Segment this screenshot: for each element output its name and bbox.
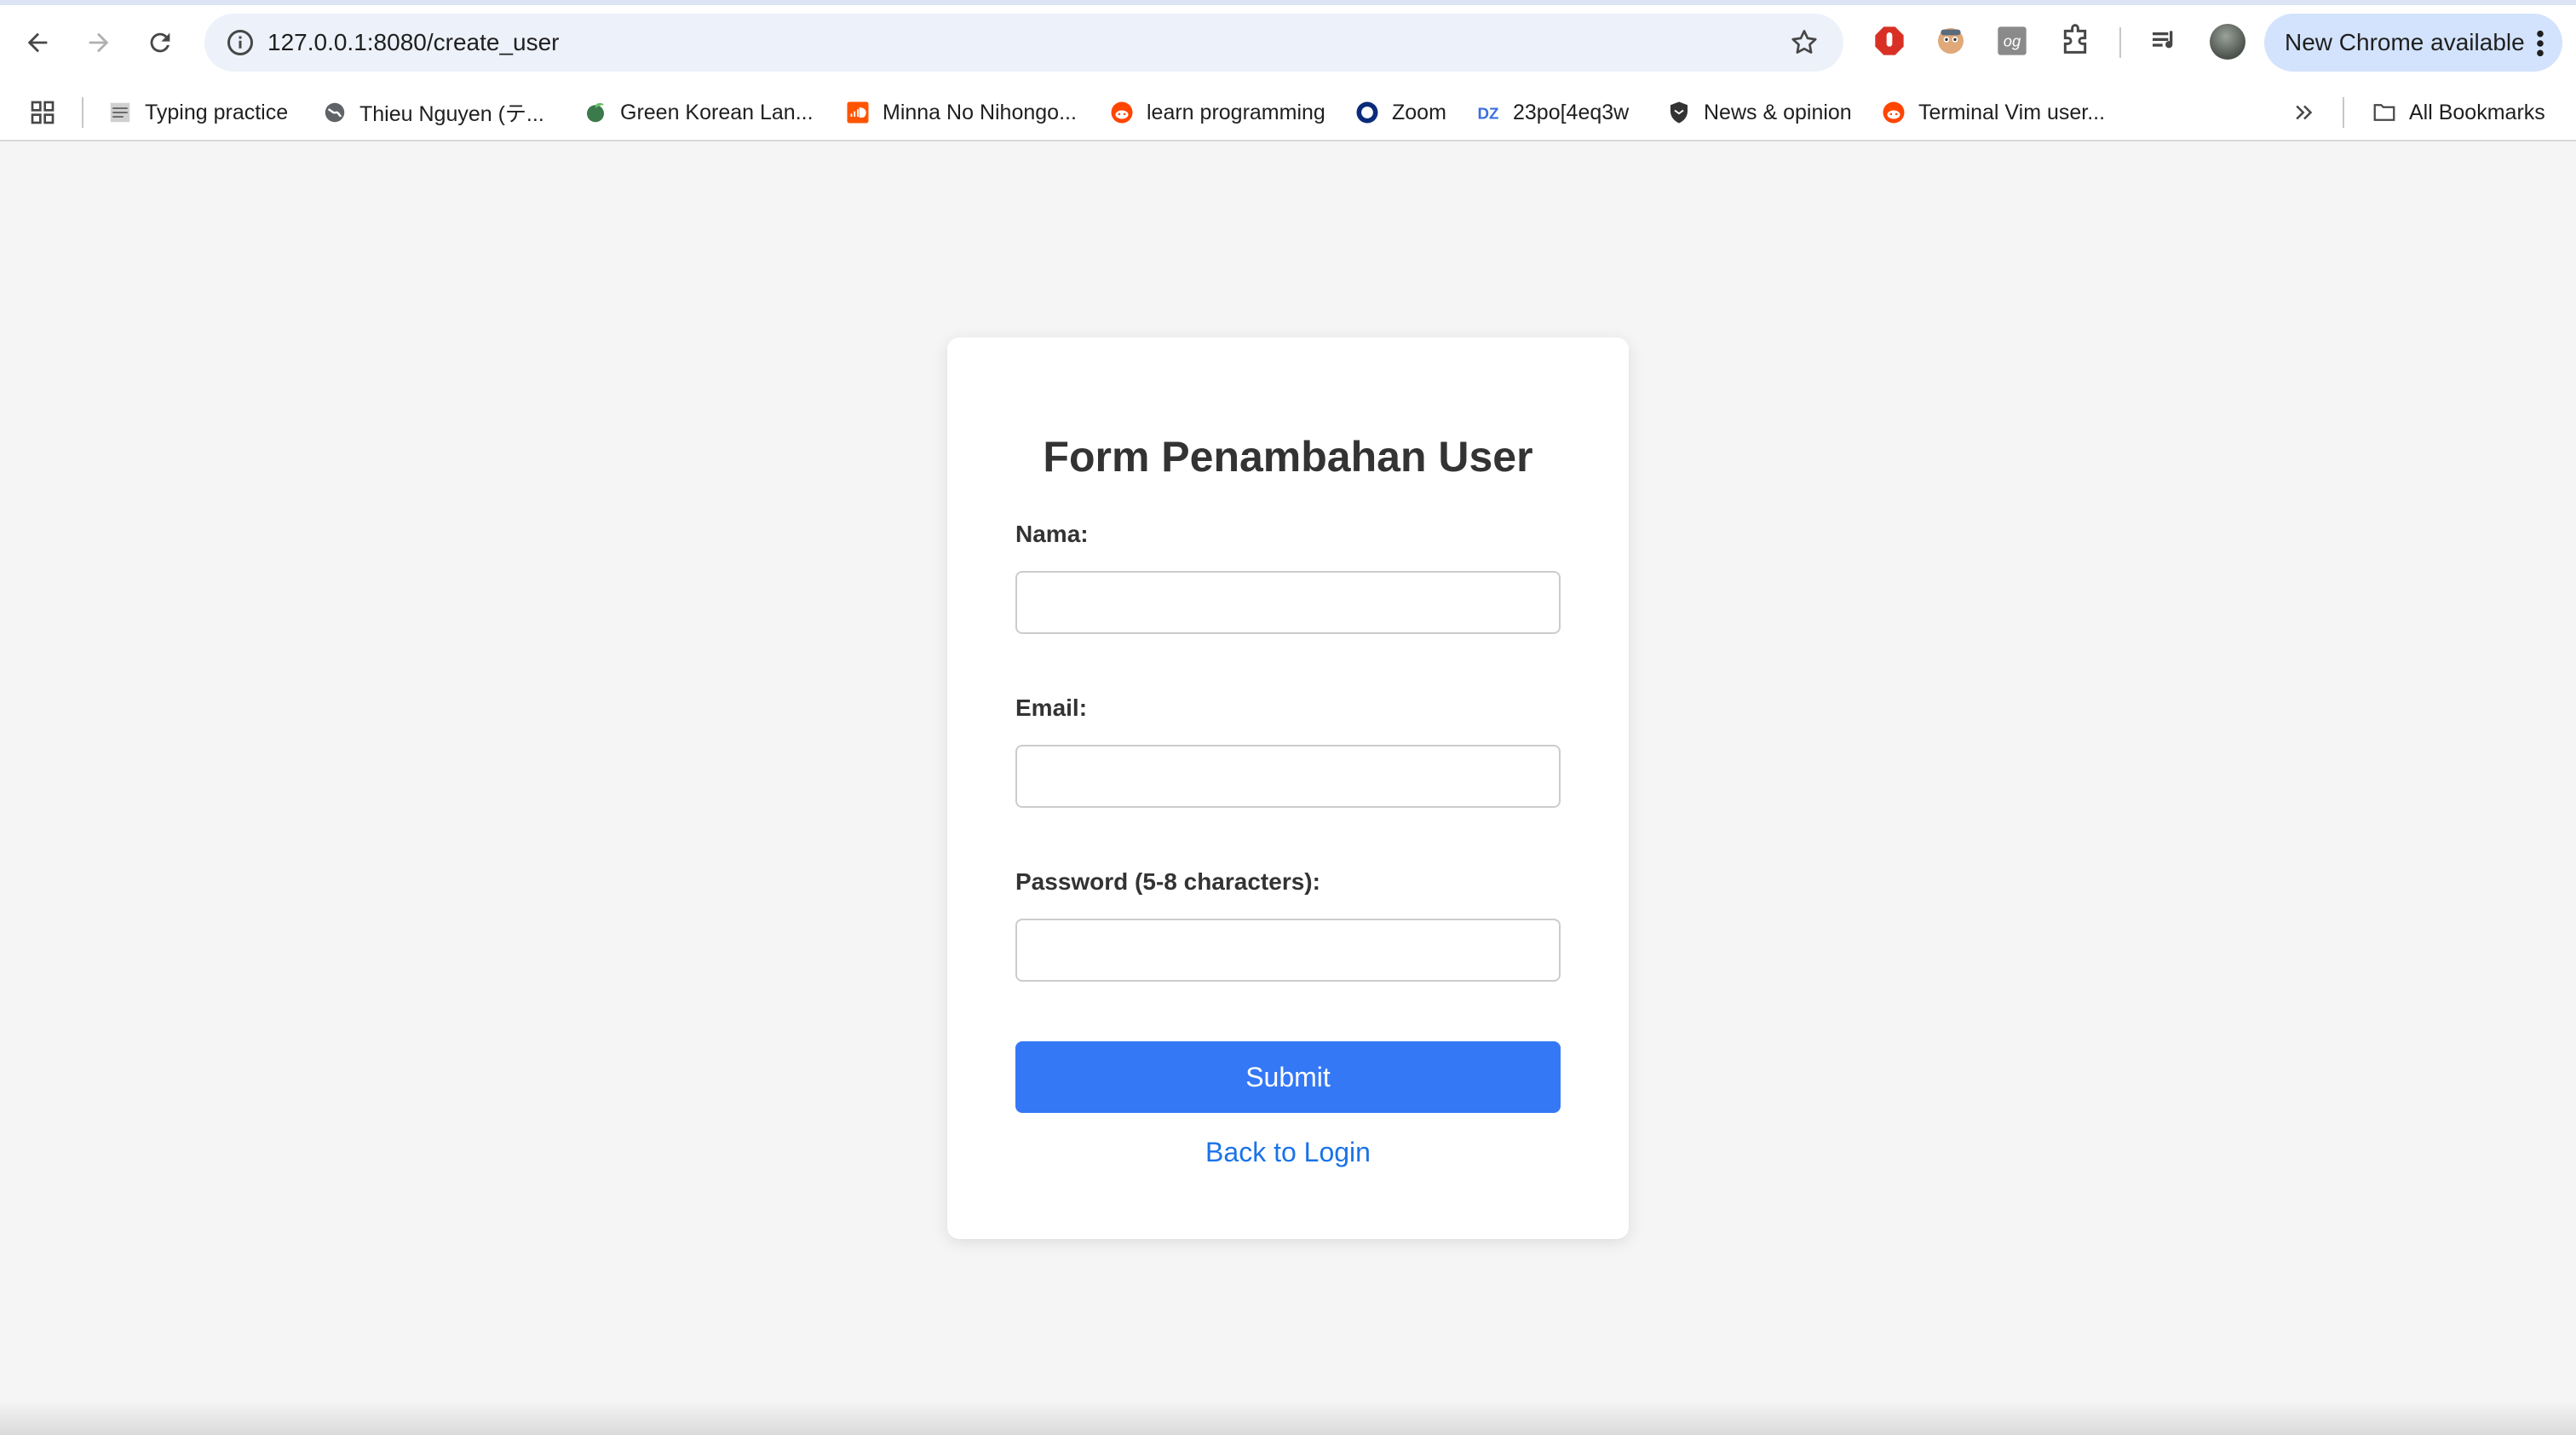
submit-button[interactable]: Submit: [1015, 1041, 1561, 1113]
address-bar[interactable]: 127.0.0.1:8080/create_user: [204, 14, 1843, 72]
info-icon[interactable]: [225, 27, 256, 58]
bookmark-label: learn programming: [1147, 100, 1325, 124]
bookmark-label: Minna No Nihongo...: [883, 100, 1077, 124]
bookmarks-overflow-button[interactable]: [2291, 94, 2317, 131]
reddit-icon: [1109, 100, 1135, 125]
form-title: Form Penambahan User: [1043, 433, 1533, 481]
bookmark-learn-programming[interactable]: learn programming: [1109, 94, 1325, 131]
chrome-update-button[interactable]: New Chrome available: [2264, 14, 2562, 72]
name-input[interactable]: [1015, 571, 1561, 634]
bookmarks-divider: [82, 97, 83, 128]
playlist-icon: [2153, 31, 2173, 49]
extensions-button[interactable]: [2056, 22, 2094, 60]
og-icon: og: [1998, 26, 2027, 55]
more-vert-icon: [2537, 30, 2544, 57]
svg-text:og: og: [2004, 32, 2021, 50]
folder-icon: [2372, 100, 2397, 125]
arrow-left-icon: [27, 32, 48, 53]
window-bottom-shadow: [0, 1401, 2576, 1435]
chrome-update-label: New Chrome available: [2285, 29, 2525, 55]
soundcloud-icon: [845, 100, 871, 125]
name-label: Nama:: [1015, 521, 1089, 547]
back-button[interactable]: [14, 19, 61, 66]
browser-toolbar: 127.0.0.1:8080/create_user og New Chrome…: [0, 0, 2576, 85]
extension-og[interactable]: og: [1993, 22, 2031, 60]
url-text[interactable]: 127.0.0.1:8080/create_user: [267, 27, 559, 58]
bookmark-label: Green Korean Lan...: [620, 100, 814, 124]
bookmark-green-korean[interactable]: Green Korean Lan...: [583, 94, 814, 131]
bookmark-zoom[interactable]: Zoom: [1354, 94, 1446, 131]
bookmark-23po4eq3w[interactable]: DZ 23po[4eq3w: [1475, 94, 1630, 131]
svg-text:DZ: DZ: [1478, 105, 1499, 123]
leaf-icon: [583, 100, 608, 125]
apps-grid-icon: [31, 101, 55, 124]
password-label: Password (5-8 characters):: [1015, 868, 1320, 895]
extension-adblock[interactable]: [1871, 22, 1908, 60]
tab-strip-edge: [0, 0, 2576, 5]
profile-avatar[interactable]: [2210, 24, 2245, 60]
email-input[interactable]: [1015, 745, 1561, 808]
extension-mascot[interactable]: [1932, 22, 1969, 60]
bookmark-star-icon[interactable]: [1789, 27, 1820, 58]
reload-button[interactable]: [136, 19, 184, 66]
all-bookmarks-button[interactable]: All Bookmarks: [2372, 94, 2545, 131]
reload-icon: [150, 32, 170, 53]
dz-icon: DZ: [1475, 100, 1501, 125]
bookmark-label: News & opinion: [1704, 100, 1852, 124]
stop-hand-icon: [1875, 26, 1904, 55]
bookmarks-bar: Typing practice Thieu Nguyen (テ... Green…: [0, 85, 2576, 141]
bookmark-thieu-nguyen[interactable]: Thieu Nguyen (テ...: [322, 94, 544, 131]
all-bookmarks-label: All Bookmarks: [2409, 100, 2545, 124]
globe-icon: [322, 100, 348, 125]
back-to-login-link[interactable]: Back to Login: [947, 1135, 1629, 1169]
bookmark-label: Thieu Nguyen (テ...: [359, 102, 544, 126]
email-label: Email:: [1015, 694, 1088, 721]
media-control-button[interactable]: [2147, 22, 2184, 60]
create-user-form-card: Form Penambahan User Nama: Email: Passwo…: [947, 337, 1629, 1239]
reddit-icon: [1881, 100, 1906, 125]
bookmark-minna-no-nihongo[interactable]: Minna No Nihongo...: [845, 94, 1077, 131]
arrow-right-icon: [89, 32, 109, 53]
bookmark-label: Typing practice: [145, 100, 289, 124]
bookmark-news-opinion[interactable]: News & opinion: [1666, 94, 1852, 131]
toolbar-divider: [2119, 27, 2121, 58]
face-icon: [1938, 28, 1964, 54]
bookmark-terminal-vim[interactable]: Terminal Vim user...: [1881, 94, 2105, 131]
bookmark-label: 23po[4eq3w: [1513, 100, 1630, 124]
chevron-double-right-icon: [2296, 105, 2313, 120]
typing-icon: [107, 100, 133, 125]
puzzle-icon: [2063, 24, 2087, 54]
shield-icon: [1666, 100, 1692, 125]
bookmarks-divider: [2343, 97, 2344, 128]
bookmark-typing-practice[interactable]: Typing practice: [107, 94, 288, 131]
forward-button[interactable]: [75, 19, 123, 66]
bookmark-label: Zoom: [1392, 100, 1446, 124]
apps-button[interactable]: [29, 94, 56, 131]
bookmark-label: Terminal Vim user...: [1918, 100, 2106, 124]
password-input[interactable]: [1015, 919, 1561, 982]
zoom-icon: [1354, 100, 1380, 125]
